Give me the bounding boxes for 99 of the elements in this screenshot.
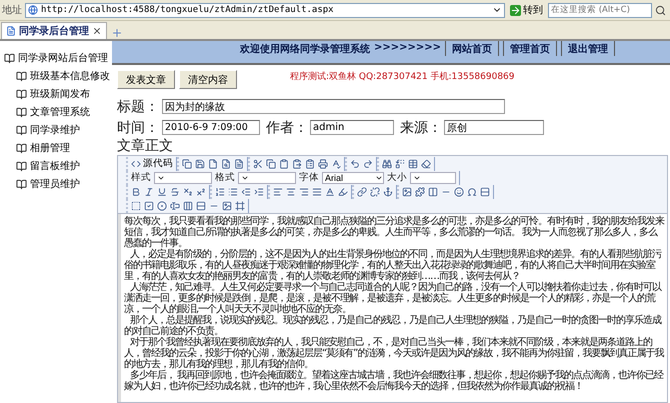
align-center-icon[interactable]	[286, 186, 296, 196]
browser-tab[interactable]: 同学录后台管理	[1, 22, 107, 39]
link-icon[interactable]	[357, 186, 367, 196]
sidebar-item[interactable]: 管理员维护	[30, 177, 80, 191]
text-field-icon[interactable]	[170, 200, 180, 210]
notice-text: 程序测试:双鱼林 QQ:287307421 手机:13558690869	[290, 70, 515, 83]
new-document-icon[interactable]	[208, 158, 218, 168]
book-icon	[4, 52, 15, 64]
source-field[interactable]: 原创	[444, 120, 544, 135]
cut-icon[interactable]	[253, 158, 263, 168]
unlink-icon[interactable]	[370, 186, 380, 196]
sidebar-item[interactable]: 文章管理系统	[30, 105, 90, 119]
book-icon	[16, 142, 27, 154]
superscript-icon[interactable]	[196, 186, 206, 196]
header-link[interactable]: 网站首页	[445, 41, 500, 56]
page-icon	[6, 26, 16, 36]
underline-icon[interactable]	[157, 186, 167, 196]
align-right-icon[interactable]	[299, 186, 309, 196]
paragraph: 多少年后， 我再回到原地，也许会掩面啜泣。望着这座古城古墙，我也许会细数往事，想起你，想起你赐予我的点点滴滴，也许你已经嫁为人妇，也许你已经功成名就，也许的也许，我心里依然不会后悔我今天的选择，但我依然为你作最真诚的祝福！	[124, 370, 665, 392]
paragraph: 对于那个我曾经执著现在要彻底放弃的人，我只能安慰自己，不，是对自己当头一棒，我们本来就不同阶级，本来就是两条道路上的人，曾经我的云朵，投影于你的心湖，激荡起层层“莫须有”的涟漪，今天或许是因为风的缘故，我不能再为你驻留，我要飘到真正属于我的地方去，那儿有我的理想，那儿有我的信仰。	[124, 337, 665, 370]
paragraph: 那个人，总是提醒我，说现实的残忍。现实的残忍，乃是自己的残忍，乃是自己人生理想的狭隘，乃是自己一时的贪图一时的享乐造成的对自己前途的不负责。	[124, 315, 662, 337]
editor-area[interactable]	[118, 214, 667, 402]
indent-icon[interactable]	[254, 186, 264, 196]
sidebar-item[interactable]: 留言板维护	[30, 159, 80, 173]
copy-icon[interactable]	[182, 158, 192, 168]
anchor-icon[interactable]	[383, 186, 393, 196]
image-icon[interactable]	[402, 186, 412, 196]
radio-icon[interactable]	[157, 200, 167, 210]
checkbox-icon[interactable]	[144, 200, 154, 210]
body-label: 文章正文	[117, 137, 174, 155]
sidebar-item[interactable]: 班级新闻发布	[30, 87, 90, 101]
form-button[interactable]: 发表文章	[117, 70, 175, 89]
paragraph: 人海茫茫，知己难寻。人生又何必定要寻求一个与自己志同道合的人呢？因为自己的路，没有一个人可以搀扶着你走过去，你有时可以潇洒走一回，更多的时候是跌倒，是爬，是滚，是被不理解，是被遗弃，是被淡忘。人生更多的时候是一个人的精彩，亦是一个人的荒凉，一个人的眼泪,一个人叫天天不灵叫地地不应的无奈。	[124, 282, 662, 315]
go-arrow-icon	[510, 4, 521, 16]
sidebar-item[interactable]: 同学录维护	[30, 123, 80, 137]
paste-icon[interactable]	[279, 158, 289, 168]
text-color-icon[interactable]	[325, 186, 335, 196]
time-label: 时间：	[117, 118, 160, 136]
save-icon[interactable]	[195, 158, 205, 168]
subscript-icon[interactable]	[183, 186, 193, 196]
title-label: 标题：	[117, 98, 160, 116]
author-label: 作者：	[266, 118, 309, 136]
header-link[interactable]: 管理首页	[503, 41, 558, 56]
book-icon	[16, 160, 27, 172]
font-label: 字体	[299, 171, 319, 184]
go-button[interactable]: 转到	[508, 3, 545, 17]
form-icon[interactable]	[131, 200, 141, 210]
print-icon[interactable]	[318, 158, 328, 168]
highlight-icon[interactable]	[338, 186, 348, 196]
spellcheck-icon[interactable]	[331, 158, 341, 168]
welcome-text: 欢迎使用网络同学录管理系统	[240, 42, 370, 56]
smiley-icon[interactable]	[454, 186, 464, 196]
book-icon	[16, 124, 27, 136]
address-label: 地址	[2, 4, 22, 17]
book-icon	[16, 106, 27, 118]
bold-icon[interactable]	[131, 186, 141, 196]
sidebar-title[interactable]: 同学录网站后台管理	[18, 51, 108, 65]
outdent-icon[interactable]	[241, 186, 251, 196]
paragraph: 人，必定是有阶级的，分阶层的，这不是因为人的出生背景身份地位的不同，而是因为人生理想境界追求的差异。有的人看那些肮脏污俗的书籍电影取乐，有的人昼夜痴迷于艰深难懂的物理化学，有的人整天出入花花绿绿的歌舞迪吧，有的人将自己大半时间用在实验室里，有的人喜欢女友的艳丽男友的富贵，有的人崇敬老师的渊博专家的独到……而我，该何去何从？	[124, 249, 662, 282]
eraser-icon[interactable]	[421, 158, 431, 168]
undo-icon[interactable]	[350, 158, 360, 168]
justify-icon[interactable]	[312, 186, 322, 196]
search-field[interactable]: 在这里搜索 (Alt+C)	[548, 2, 652, 18]
author-field[interactable]: admin	[310, 120, 394, 135]
style-label: 样式	[131, 171, 151, 184]
form-button[interactable]: 清空内容	[179, 70, 237, 89]
preview-icon[interactable]	[221, 158, 231, 168]
header-link[interactable]: 退出管理	[561, 41, 616, 56]
book-icon	[16, 178, 27, 190]
globe-icon	[28, 5, 38, 15]
find-icon[interactable]	[382, 158, 392, 168]
font-select[interactable]: Arial	[322, 172, 384, 184]
bullet-list-icon[interactable]	[228, 186, 238, 196]
new-tab-icon[interactable]	[111, 27, 123, 39]
title-field[interactable]: 因为封的缘故	[162, 99, 505, 114]
size-label: 大小	[387, 171, 407, 184]
align-left-icon[interactable]	[273, 186, 283, 196]
time-field[interactable]: 2010-6-9 7:09:00	[162, 120, 260, 135]
source-code-button[interactable]: 源代码	[131, 157, 173, 170]
source-label: 来源：	[400, 118, 443, 136]
address-field[interactable]: http://localhost:4588/tongxuelu/ztAdmin/ztDefault.aspx	[25, 2, 505, 18]
search-icon[interactable]	[655, 4, 666, 16]
book-icon	[16, 88, 27, 100]
arrows-text: >>>>>>>>	[374, 41, 442, 53]
sidebar-item[interactable]: 班级基本信息修改	[30, 69, 110, 83]
sidebar-item[interactable]: 相册管理	[30, 141, 70, 155]
special-char-icon[interactable]	[467, 186, 477, 196]
close-icon[interactable]	[92, 26, 102, 36]
strikethrough-icon[interactable]	[170, 186, 180, 196]
replace-icon[interactable]	[395, 158, 405, 168]
image-button-icon[interactable]	[222, 200, 232, 210]
format-label: 格式	[215, 171, 235, 184]
paragraph: 每次每次，我只要看看我的那些同学，我就感叹自己那点狭隘的三分追求是多么的可悲，亦是多么的可怜。有时有时，我的朋友给我发来短信，我才知道自己所谓的执著是多么的可笑，亦是多么的卑贱。人生而平等，多么荒谬的一句话。 我为一人而忽视了那么多人，多么愚蠢的一件事。	[124, 216, 665, 249]
copy-icon[interactable]	[266, 158, 276, 168]
italic-icon[interactable]	[144, 186, 154, 196]
redo-icon[interactable]	[363, 158, 373, 168]
book-icon	[16, 70, 27, 82]
code-icon	[131, 158, 141, 168]
numbered-list-icon[interactable]	[215, 186, 225, 196]
